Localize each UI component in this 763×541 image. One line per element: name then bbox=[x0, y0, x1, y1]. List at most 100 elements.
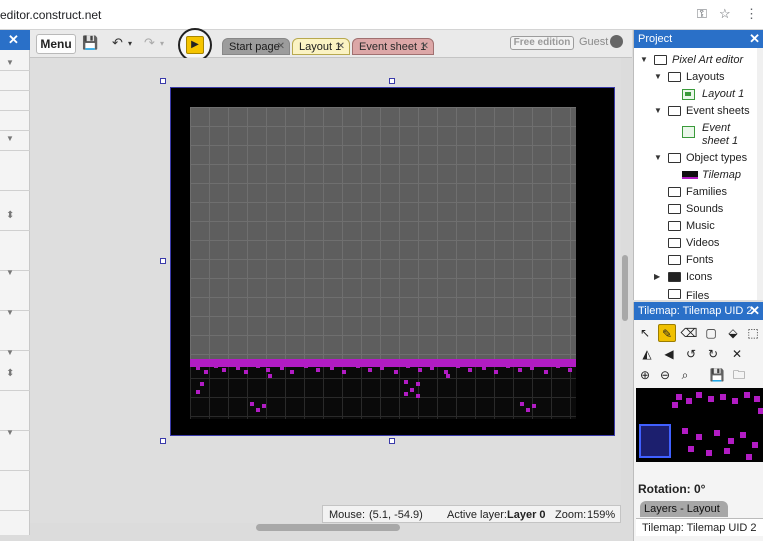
event-sheet-icon bbox=[682, 126, 695, 138]
close-tab-icon[interactable]: ✕ bbox=[277, 39, 285, 55]
tree-item-fonts[interactable]: Fonts bbox=[668, 252, 762, 268]
stepper-icon[interactable]: ⬍ bbox=[6, 210, 14, 221]
tree-item-tilemap[interactable]: Tilemap bbox=[682, 167, 762, 183]
expand-arrow-icon[interactable]: ▼ bbox=[6, 348, 14, 357]
expand-arrow-icon[interactable]: ▼ bbox=[6, 428, 14, 437]
pencil-tool-icon[interactable]: ✎ bbox=[658, 324, 676, 342]
panel-scrollbar[interactable] bbox=[757, 48, 763, 300]
close-icon[interactable]: ✕ bbox=[749, 30, 760, 48]
tile-pixel bbox=[544, 370, 548, 374]
close-tab-icon[interactable]: ✕ bbox=[337, 39, 345, 55]
tree-item-label: Icons bbox=[686, 271, 713, 283]
tree-item-icons[interactable]: ▶ Icons bbox=[654, 269, 762, 285]
tilemap-grid[interactable] bbox=[190, 107, 576, 359]
resize-handle[interactable] bbox=[160, 438, 166, 444]
folder-icon bbox=[668, 272, 681, 282]
tile-pixel bbox=[494, 370, 498, 374]
tree-item-label: Videos bbox=[686, 237, 720, 249]
eraser-tool-icon[interactable]: ⌫ bbox=[680, 324, 698, 342]
expand-arrow-icon[interactable]: ▼ bbox=[6, 308, 14, 317]
stepper-icon[interactable]: ⬍ bbox=[6, 368, 14, 379]
tile-pixel bbox=[222, 368, 226, 372]
tile-pixel bbox=[404, 392, 408, 396]
pointer-tool-icon[interactable]: ↖ bbox=[636, 324, 654, 342]
tree-item-layouts[interactable]: ▼ Layouts bbox=[652, 69, 762, 85]
tab-start-page[interactable]: Start page ✕ bbox=[222, 38, 290, 55]
redo-icon[interactable]: ↷ bbox=[144, 35, 155, 51]
folder-icon bbox=[668, 187, 681, 197]
user-avatar-icon[interactable] bbox=[610, 35, 623, 48]
save-icon[interactable]: 💾 bbox=[708, 366, 726, 384]
tree-item-layout-1[interactable]: Layout 1 bbox=[682, 86, 762, 102]
tree-item-music[interactable]: Music bbox=[668, 218, 762, 234]
divider bbox=[0, 510, 30, 511]
collapse-arrow-icon[interactable]: ▼ bbox=[654, 150, 662, 166]
vertical-scrollbar[interactable] bbox=[622, 255, 628, 321]
rotation-label: Rotation: bbox=[638, 482, 691, 496]
zoom-label: Zoom: bbox=[555, 509, 587, 521]
flip-icon[interactable]: ◀ bbox=[660, 345, 678, 363]
zoom-out-icon[interactable]: ⊖ bbox=[656, 366, 674, 384]
save-icon[interactable]: 💾 bbox=[82, 35, 98, 51]
resize-handle[interactable] bbox=[389, 78, 395, 84]
expand-arrow-icon[interactable]: ▶ bbox=[654, 269, 660, 285]
collapse-arrow-icon[interactable]: ▼ bbox=[654, 103, 662, 119]
resize-handle[interactable] bbox=[389, 438, 395, 444]
tab-tilemap[interactable]: Tilemap: Tilemap UID 2 bbox=[636, 518, 763, 536]
tab-event-sheet-1[interactable]: Event sheet 1 ✕ bbox=[352, 38, 434, 55]
close-icon[interactable]: ✕ bbox=[8, 32, 19, 48]
tree-item-root[interactable]: ▼ Pixel Art editor bbox=[638, 52, 762, 68]
tree-item-files[interactable]: Files bbox=[668, 286, 762, 300]
tile-pixel bbox=[256, 408, 260, 412]
key-icon[interactable]: ⚿ bbox=[697, 6, 707, 22]
expand-arrow-icon[interactable]: ▼ bbox=[6, 58, 14, 67]
menu-button[interactable]: Menu bbox=[36, 34, 76, 54]
horizontal-scrollbar[interactable] bbox=[256, 524, 400, 531]
rotate-right-icon[interactable]: ↻ bbox=[704, 345, 722, 363]
tileset-selection[interactable] bbox=[639, 424, 671, 458]
tree-item-object-types[interactable]: ▼ Object types bbox=[652, 150, 762, 166]
redo-dropdown-icon[interactable]: ▾ bbox=[160, 39, 164, 48]
zoom-in-icon[interactable]: ⊕ bbox=[636, 366, 654, 384]
url-text[interactable]: editor.construct.net bbox=[0, 8, 101, 22]
close-tab-icon[interactable]: ✕ bbox=[421, 39, 429, 55]
divider bbox=[0, 270, 30, 271]
tile-pixel bbox=[506, 364, 510, 368]
rotate-left-icon[interactable]: ↺ bbox=[682, 345, 700, 363]
rectangle-tool-icon[interactable]: ▢ bbox=[702, 324, 720, 342]
mirror-icon[interactable]: ◭ bbox=[638, 345, 656, 363]
tree-item-label: Fonts bbox=[686, 254, 714, 266]
tileset-pixel bbox=[744, 392, 750, 398]
tile-pixel bbox=[304, 364, 308, 368]
expand-arrow-icon[interactable]: ▼ bbox=[6, 268, 14, 277]
tab-layers[interactable]: Layers - Layout 1 bbox=[640, 501, 728, 531]
tree-item-sounds[interactable]: Sounds bbox=[668, 201, 762, 217]
reset-icon[interactable]: ✕ bbox=[728, 345, 746, 363]
resize-handle[interactable] bbox=[160, 78, 166, 84]
user-label[interactable]: Guest bbox=[579, 36, 608, 48]
undo-dropdown-icon[interactable]: ▾ bbox=[128, 39, 132, 48]
preview-play-button[interactable]: ▶ bbox=[186, 36, 204, 54]
tileset-pixel bbox=[714, 430, 720, 436]
selection-tool-icon[interactable]: ⬚ bbox=[744, 324, 762, 342]
expand-arrow-icon[interactable]: ▼ bbox=[6, 134, 14, 143]
tileset-view[interactable] bbox=[636, 388, 763, 462]
collapse-arrow-icon[interactable]: ▼ bbox=[654, 69, 662, 85]
star-icon[interactable]: ☆ bbox=[719, 6, 731, 22]
divider bbox=[0, 150, 30, 151]
tree-item-event-sheet-1[interactable]: Event sheet 1 bbox=[682, 122, 762, 150]
collapse-arrow-icon[interactable]: ▼ bbox=[640, 52, 648, 68]
tree-item-event-sheets[interactable]: ▼ Event sheets bbox=[652, 103, 762, 119]
tileset-pixel bbox=[740, 432, 746, 438]
undo-icon[interactable]: ↶ bbox=[112, 35, 123, 51]
close-icon[interactable]: ✕ bbox=[749, 302, 760, 320]
zoom-reset-icon[interactable]: ⌕ bbox=[676, 366, 694, 384]
tab-layout-1[interactable]: Layout 1 ✕ bbox=[292, 38, 350, 55]
tree-item-families[interactable]: Families bbox=[668, 184, 762, 200]
more-menu-icon[interactable]: ⋮ bbox=[745, 6, 758, 22]
fill-tool-icon[interactable]: ⬙ bbox=[724, 324, 742, 342]
edition-badge[interactable]: Free edition bbox=[510, 36, 574, 50]
resize-handle[interactable] bbox=[160, 258, 166, 264]
tree-item-videos[interactable]: Videos bbox=[668, 235, 762, 251]
open-folder-icon[interactable]: 🗀 bbox=[730, 366, 748, 384]
